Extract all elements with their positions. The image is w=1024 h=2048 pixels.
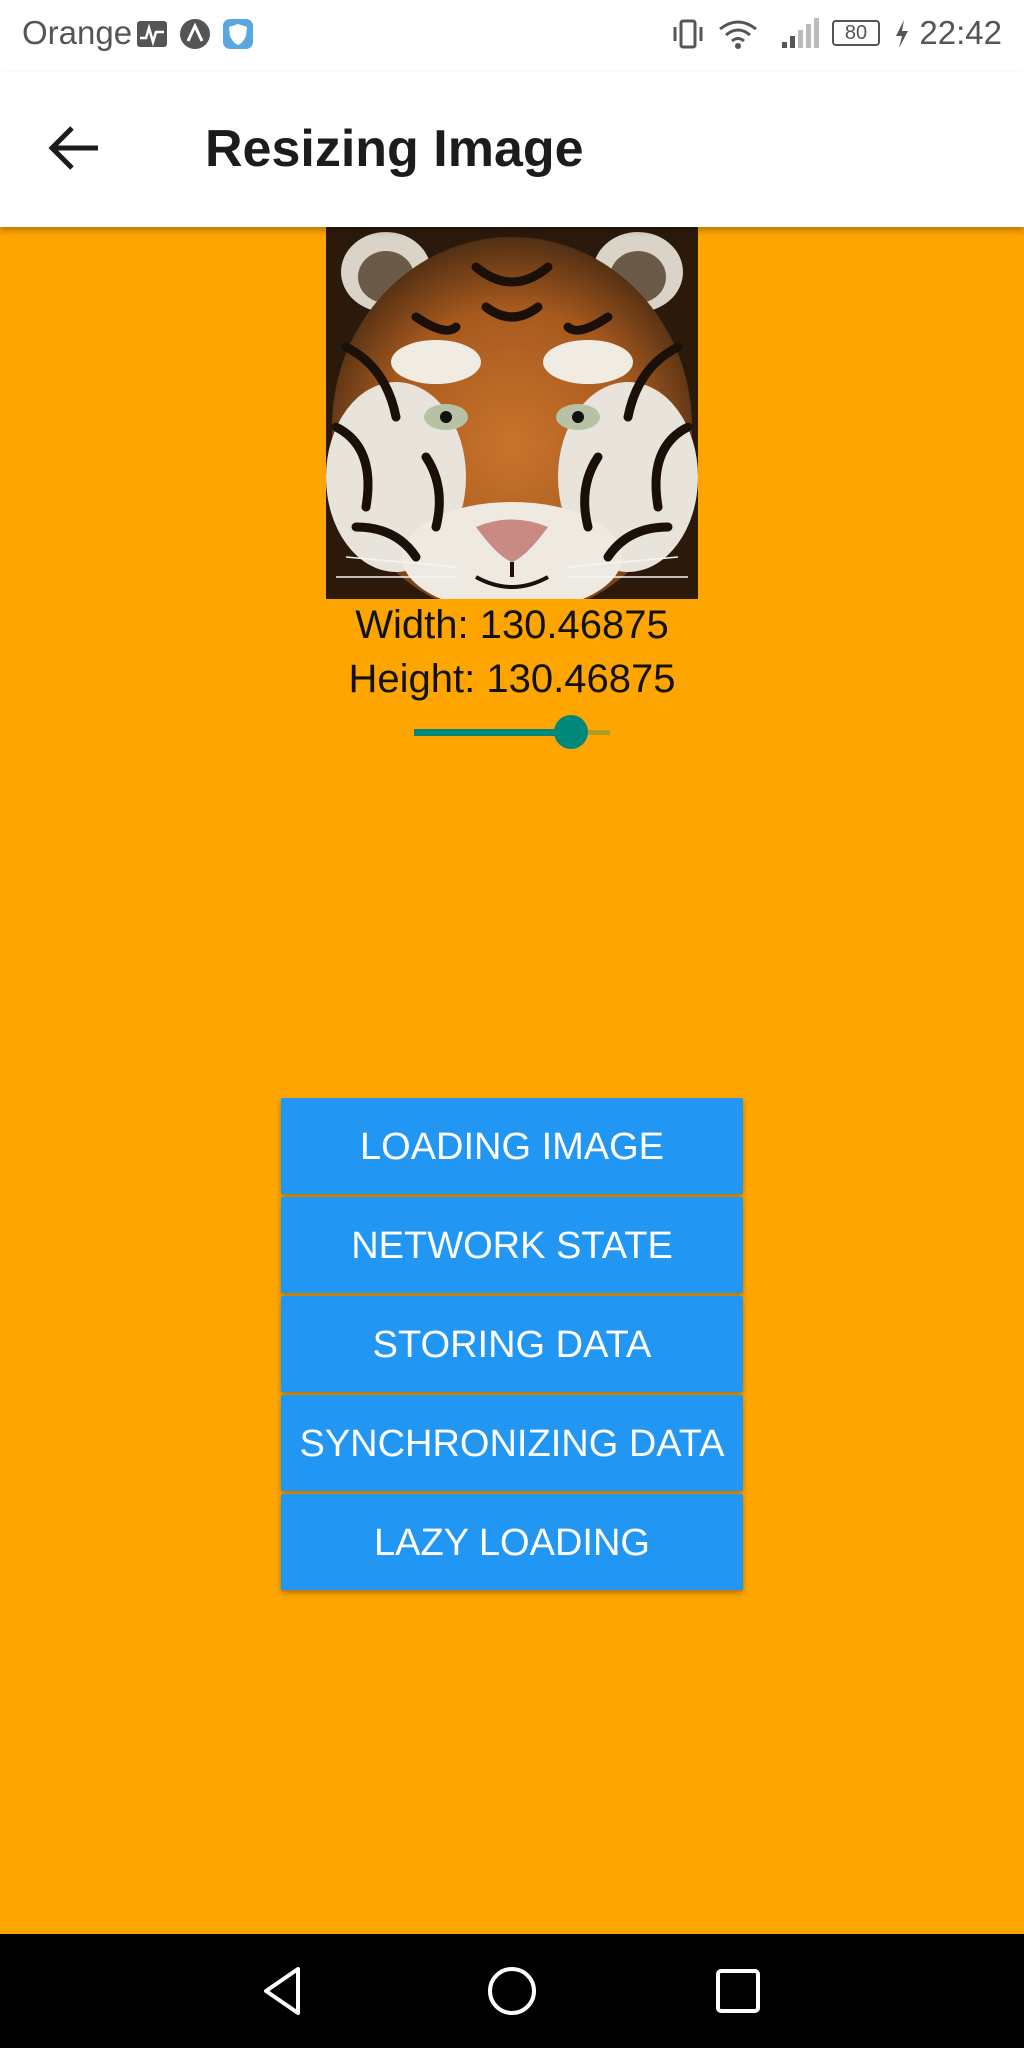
slider-thumb[interactable] bbox=[554, 715, 588, 749]
back-triangle-icon[interactable] bbox=[254, 1959, 318, 2023]
arrow-app-icon bbox=[180, 19, 210, 49]
system-nav-bar bbox=[0, 1934, 1024, 2048]
activity-icon bbox=[137, 21, 167, 47]
page-title: Resizing Image bbox=[205, 120, 584, 178]
signal-icon bbox=[782, 18, 819, 48]
recents-square-icon[interactable] bbox=[706, 1959, 770, 2023]
arrow-left-icon[interactable] bbox=[40, 112, 112, 184]
home-circle-icon[interactable] bbox=[480, 1959, 544, 2023]
height-text: Height: 130.46875 bbox=[348, 657, 676, 701]
status-bar: Orange 80 22:42 bbox=[0, 0, 1024, 72]
clock: 22:42 bbox=[919, 14, 1002, 51]
screen: { "status_bar": { "carrier": "Orange", "… bbox=[0, 0, 1024, 2048]
carrier-name: Orange bbox=[22, 14, 133, 51]
network-state-button[interactable]: NETWORK STATE bbox=[281, 1197, 743, 1293]
slider-active-track bbox=[414, 729, 571, 736]
battery-icon: 80 bbox=[832, 20, 880, 46]
charging-icon bbox=[896, 20, 908, 48]
width-text: Width: 130.46875 bbox=[355, 603, 669, 647]
synchronizing-data-button[interactable]: SYNCHRONIZING DATA bbox=[281, 1395, 743, 1491]
storing-data-button[interactable]: STORING DATA bbox=[281, 1296, 743, 1392]
size-slider[interactable] bbox=[414, 712, 610, 752]
navigation-buttons: LOADING IMAGE NETWORK STATE STORING DATA… bbox=[281, 1098, 743, 1593]
tiger-image bbox=[326, 227, 698, 599]
vibrate-icon bbox=[673, 19, 703, 49]
shield-icon bbox=[223, 19, 253, 49]
lazy-loading-button[interactable]: LAZY LOADING bbox=[281, 1494, 743, 1590]
app-bar: Resizing Image bbox=[0, 72, 1024, 227]
loading-image-button[interactable]: LOADING IMAGE bbox=[281, 1098, 743, 1194]
wifi-icon bbox=[719, 20, 757, 49]
